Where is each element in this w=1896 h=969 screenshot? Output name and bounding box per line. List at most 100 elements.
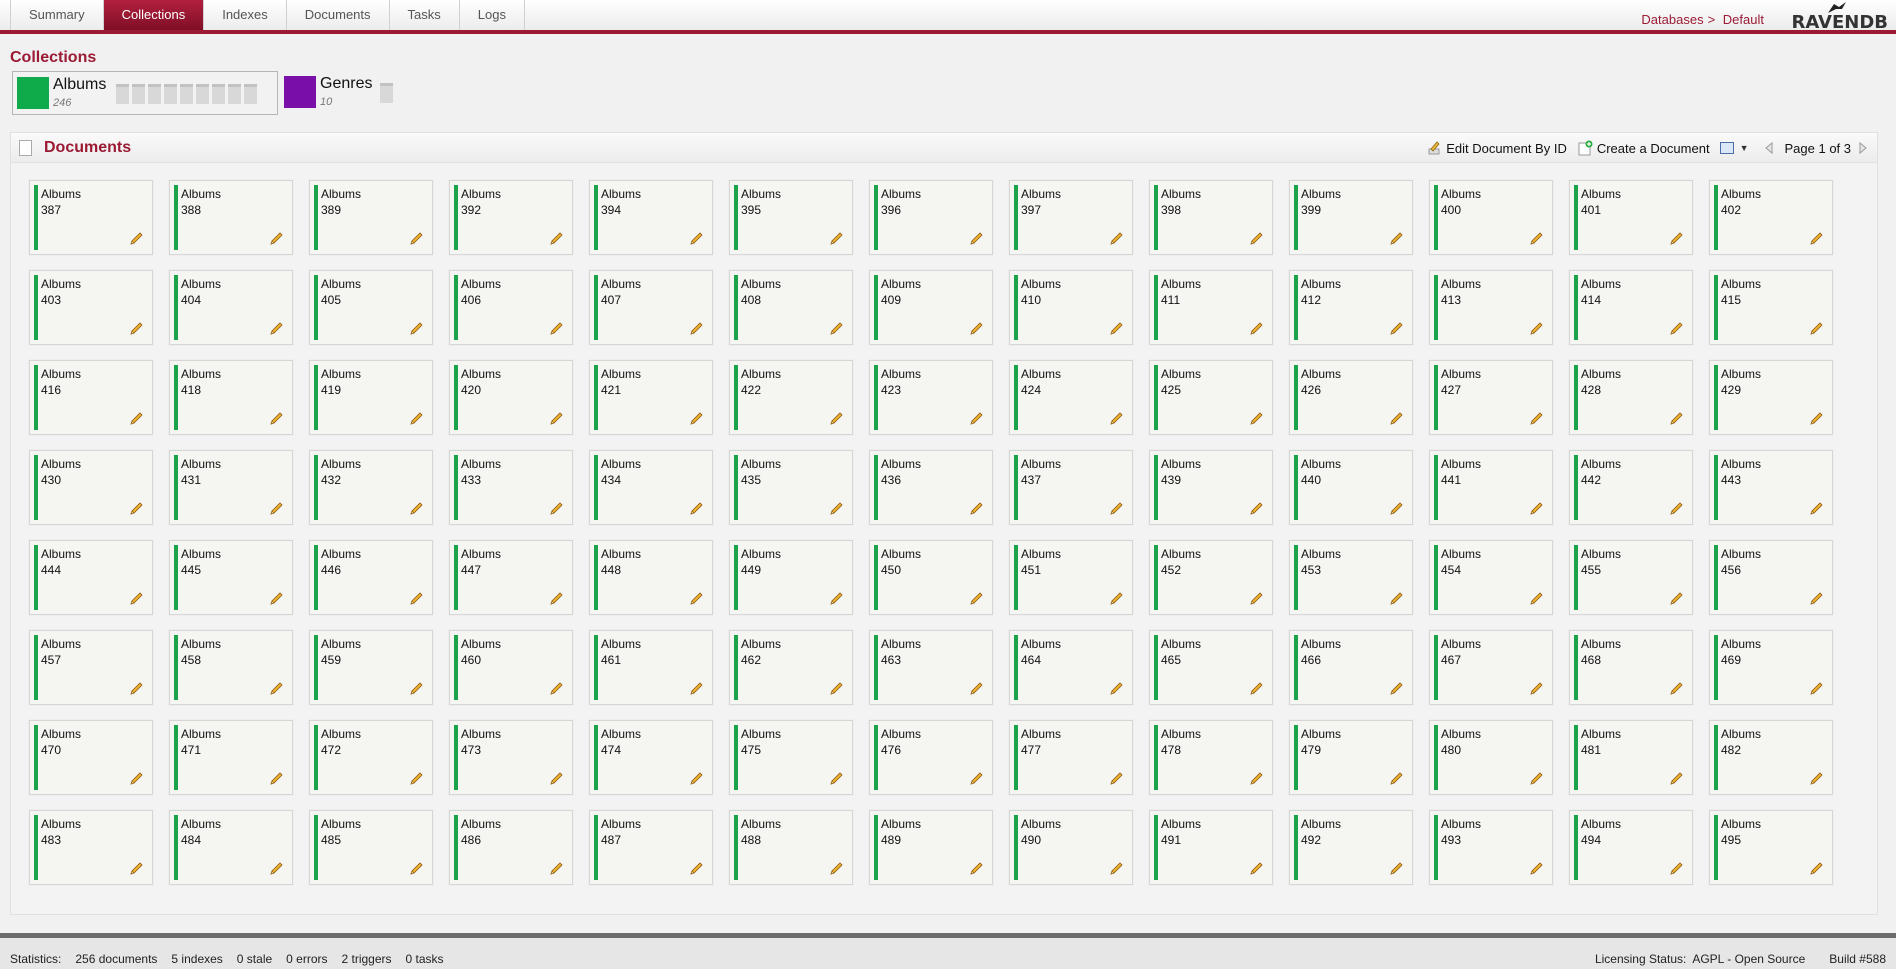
pencil-icon[interactable] <box>1109 501 1124 516</box>
document-card[interactable]: Albums 494 <box>1569 810 1693 885</box>
document-card[interactable]: Albums 408 <box>729 270 853 345</box>
document-card[interactable]: Albums 448 <box>589 540 713 615</box>
pencil-icon[interactable] <box>1249 681 1264 696</box>
pencil-icon[interactable] <box>549 771 564 786</box>
document-card[interactable]: Albums 455 <box>1569 540 1693 615</box>
document-card[interactable]: Albums 446 <box>309 540 433 615</box>
document-card[interactable]: Albums 447 <box>449 540 573 615</box>
document-card[interactable]: Albums 430 <box>29 450 153 525</box>
pencil-icon[interactable] <box>129 681 144 696</box>
tab-summary[interactable]: Summary <box>10 0 104 30</box>
pencil-icon[interactable] <box>269 231 284 246</box>
document-card[interactable]: Albums 488 <box>729 810 853 885</box>
pencil-icon[interactable] <box>1389 501 1404 516</box>
pencil-icon[interactable] <box>829 591 844 606</box>
document-card[interactable]: Albums 405 <box>309 270 433 345</box>
document-card[interactable]: Albums 449 <box>729 540 853 615</box>
pencil-icon[interactable] <box>1529 411 1544 426</box>
document-card[interactable]: Albums 389 <box>309 180 433 255</box>
pencil-icon[interactable] <box>1249 321 1264 336</box>
pencil-icon[interactable] <box>689 861 704 876</box>
document-card[interactable]: Albums 461 <box>589 630 713 705</box>
document-card[interactable]: Albums 467 <box>1429 630 1553 705</box>
pencil-icon[interactable] <box>1249 231 1264 246</box>
document-card[interactable]: Albums 472 <box>309 720 433 795</box>
document-card[interactable]: Albums 432 <box>309 450 433 525</box>
document-card[interactable]: Albums 474 <box>589 720 713 795</box>
pencil-icon[interactable] <box>129 501 144 516</box>
document-card[interactable]: Albums 490 <box>1009 810 1133 885</box>
document-card[interactable]: Albums 478 <box>1149 720 1273 795</box>
pencil-icon[interactable] <box>549 231 564 246</box>
pencil-icon[interactable] <box>1249 591 1264 606</box>
pencil-icon[interactable] <box>549 591 564 606</box>
document-card[interactable]: Albums 403 <box>29 270 153 345</box>
breadcrumb-databases-link[interactable]: Databases <box>1641 12 1703 27</box>
pencil-icon[interactable] <box>129 321 144 336</box>
document-card[interactable]: Albums 429 <box>1709 360 1833 435</box>
pencil-icon[interactable] <box>1529 231 1544 246</box>
document-card[interactable]: Albums 464 <box>1009 630 1133 705</box>
document-card[interactable]: Albums 396 <box>869 180 993 255</box>
document-card[interactable]: Albums 428 <box>1569 360 1693 435</box>
pencil-icon[interactable] <box>829 861 844 876</box>
pencil-icon[interactable] <box>969 231 984 246</box>
document-card[interactable]: Albums 443 <box>1709 450 1833 525</box>
document-card[interactable]: Albums 444 <box>29 540 153 615</box>
pencil-icon[interactable] <box>689 411 704 426</box>
pencil-icon[interactable] <box>969 681 984 696</box>
pencil-icon[interactable] <box>1809 681 1824 696</box>
licensing-status[interactable]: Licensing Status: AGPL - Open Source <box>1595 952 1805 966</box>
pencil-icon[interactable] <box>1529 591 1544 606</box>
next-page-icon[interactable] <box>1855 141 1869 155</box>
collection-albums[interactable]: Albums 246 <box>12 71 278 115</box>
document-card[interactable]: Albums 451 <box>1009 540 1133 615</box>
document-card[interactable]: Albums 404 <box>169 270 293 345</box>
pencil-icon[interactable] <box>1669 231 1684 246</box>
document-card[interactable]: Albums 395 <box>729 180 853 255</box>
pencil-icon[interactable] <box>829 681 844 696</box>
pencil-icon[interactable] <box>1389 861 1404 876</box>
document-card[interactable]: Albums 480 <box>1429 720 1553 795</box>
document-card[interactable]: Albums 445 <box>169 540 293 615</box>
document-card[interactable]: Albums 413 <box>1429 270 1553 345</box>
document-card[interactable]: Albums 454 <box>1429 540 1553 615</box>
document-card[interactable]: Albums 422 <box>729 360 853 435</box>
document-card[interactable]: Albums 484 <box>169 810 293 885</box>
document-card[interactable]: Albums 495 <box>1709 810 1833 885</box>
pencil-icon[interactable] <box>409 321 424 336</box>
document-card[interactable]: Albums 424 <box>1009 360 1133 435</box>
pencil-icon[interactable] <box>409 681 424 696</box>
document-card[interactable]: Albums 459 <box>309 630 433 705</box>
document-card[interactable]: Albums 407 <box>589 270 713 345</box>
document-card[interactable]: Albums 457 <box>29 630 153 705</box>
document-card[interactable]: Albums 450 <box>869 540 993 615</box>
document-card[interactable]: Albums 394 <box>589 180 713 255</box>
document-card[interactable]: Albums 414 <box>1569 270 1693 345</box>
document-card[interactable]: Albums 486 <box>449 810 573 885</box>
document-card[interactable]: Albums 425 <box>1149 360 1273 435</box>
tab-indexes[interactable]: Indexes <box>204 0 287 30</box>
pencil-icon[interactable] <box>1249 771 1264 786</box>
document-card[interactable]: Albums 406 <box>449 270 573 345</box>
pencil-icon[interactable] <box>269 771 284 786</box>
pencil-icon[interactable] <box>1249 861 1264 876</box>
document-card[interactable]: Albums 492 <box>1289 810 1413 885</box>
pencil-icon[interactable] <box>1389 681 1404 696</box>
document-card[interactable]: Albums 462 <box>729 630 853 705</box>
pencil-icon[interactable] <box>1809 861 1824 876</box>
pencil-icon[interactable] <box>1109 321 1124 336</box>
pencil-icon[interactable] <box>1109 231 1124 246</box>
document-card[interactable]: Albums 427 <box>1429 360 1553 435</box>
pencil-icon[interactable] <box>129 231 144 246</box>
pencil-icon[interactable] <box>1669 681 1684 696</box>
pencil-icon[interactable] <box>269 591 284 606</box>
document-card[interactable]: Albums 400 <box>1429 180 1553 255</box>
pencil-icon[interactable] <box>129 591 144 606</box>
document-card[interactable]: Albums 387 <box>29 180 153 255</box>
pencil-icon[interactable] <box>549 861 564 876</box>
pencil-icon[interactable] <box>1669 591 1684 606</box>
document-card[interactable]: Albums 473 <box>449 720 573 795</box>
document-card[interactable]: Albums 469 <box>1709 630 1833 705</box>
document-card[interactable]: Albums 421 <box>589 360 713 435</box>
